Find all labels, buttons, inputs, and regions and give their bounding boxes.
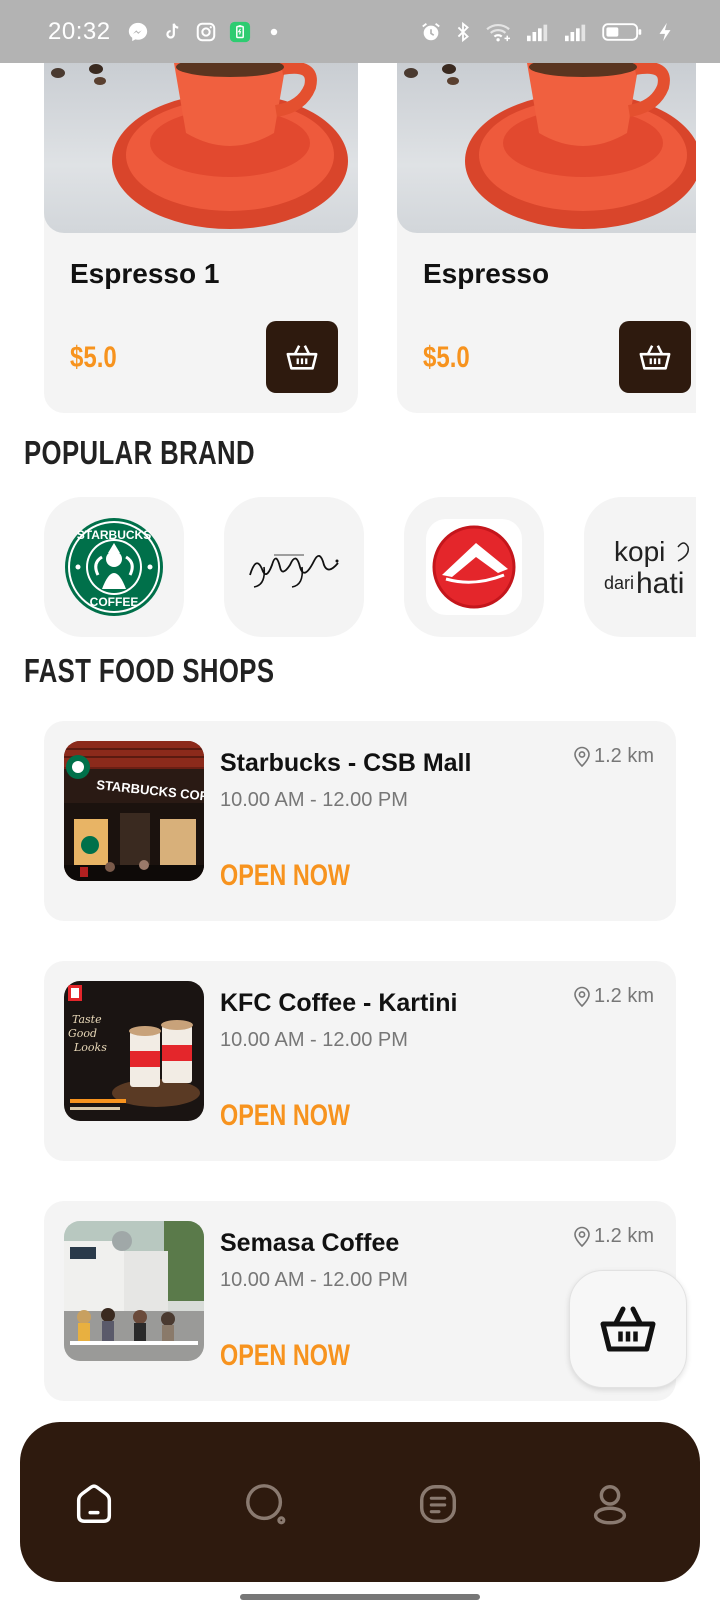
shop-status: OPEN NOW: [220, 859, 351, 892]
product-name: Espresso: [423, 258, 550, 289]
add-to-cart-button[interactable]: [619, 321, 691, 393]
location-pin-icon: [574, 1226, 590, 1247]
svg-text:Good: Good: [68, 1027, 97, 1040]
brand-card-starbucks[interactable]: STARBUCKS COFFEE: [44, 497, 184, 637]
basket-icon: [600, 1306, 656, 1352]
shop-distance: 1.2 km: [572, 985, 654, 1008]
add-to-cart-button[interactable]: [266, 321, 338, 393]
kopi-dari-hati-logo: kopi dari hati: [604, 536, 690, 600]
brand-card-pizza-hut[interactable]: [404, 497, 544, 637]
product-card[interactable]: Espresso $5.0: [397, 63, 696, 413]
shop-hours: 10.00 AM - 12.00 PM: [220, 1269, 408, 1291]
popular-brand-title: POPULAR BRAND: [24, 434, 256, 471]
svg-text:Looks: Looks: [73, 1041, 107, 1054]
shop-card[interactable]: STARBUCKS COFFEE Starbucks - CSB Mall 10…: [44, 721, 676, 921]
dot-icon: [263, 21, 285, 43]
brand-card-janji-jiwa[interactable]: [224, 497, 364, 637]
wifi-icon: [484, 21, 514, 43]
svg-text:dari: dari: [604, 573, 634, 593]
basket-icon: [639, 345, 671, 370]
battery-app-icon: [229, 21, 251, 43]
product-price: $5.0: [423, 341, 470, 374]
shop-distance: 1.2 km: [572, 745, 654, 768]
profile-icon: [593, 1485, 627, 1525]
search-icon: [246, 1484, 286, 1525]
nav-profile[interactable]: [586, 1480, 634, 1528]
product-card[interactable]: Espresso 1 $5.0: [44, 63, 358, 413]
starbucks-logo: STARBUCKS COFFEE: [65, 518, 163, 616]
instagram-icon: [195, 21, 217, 43]
bluetooth-icon: [452, 21, 474, 43]
orders-icon: [419, 1485, 457, 1523]
shop-distance-text: 1.2 km: [593, 745, 654, 767]
shop-distance-text: 1.2 km: [593, 985, 654, 1007]
shop-image: STARBUCKS COFFEE: [64, 741, 204, 881]
status-time: 20:32: [48, 17, 111, 45]
nav-orders[interactable]: [414, 1480, 462, 1528]
status-bar: 20:32: [0, 0, 720, 63]
bottom-nav: [20, 1422, 700, 1582]
location-pin-icon: [574, 746, 590, 767]
charging-icon: [654, 21, 676, 43]
signal-icon: [524, 21, 552, 43]
shop-distance-text: 1.2 km: [593, 1225, 654, 1247]
svg-text:hati: hati: [636, 567, 684, 600]
shop-hours: 10.00 AM - 12.00 PM: [220, 1029, 408, 1051]
svg-text:Taste: Taste: [72, 1013, 102, 1026]
shop-name: Semasa Coffee: [220, 1229, 400, 1257]
alarm-icon: [420, 21, 442, 43]
pizza-hut-logo: [426, 519, 522, 615]
janji-jiwa-logo: [249, 554, 339, 588]
shop-status: OPEN NOW: [220, 1099, 351, 1132]
shop-card[interactable]: Taste Good Looks KFC Coffee - Kartini 10…: [44, 961, 676, 1161]
messenger-icon: [127, 21, 149, 43]
battery-icon: [600, 21, 644, 43]
shop-hours: 10.00 AM - 12.00 PM: [220, 789, 408, 811]
brand-card-kopi-dari-hati[interactable]: kopi dari hati: [584, 497, 696, 637]
nav-home[interactable]: [70, 1480, 118, 1528]
product-name: Espresso 1: [70, 258, 220, 289]
product-price: $5.0: [70, 341, 117, 374]
svg-text:COFFEE: COFFEE: [90, 595, 139, 609]
fast-food-shops-title: FAST FOOD SHOPS: [24, 652, 275, 689]
floating-cart-button[interactable]: [569, 1270, 687, 1388]
svg-text:STARBUCKS: STARBUCKS: [77, 528, 151, 542]
location-pin-icon: [574, 986, 590, 1007]
svg-text:kopi: kopi: [614, 536, 665, 567]
product-image: [44, 63, 358, 233]
shop-distance: 1.2 km: [572, 1225, 654, 1248]
home-indicator: [240, 1594, 480, 1600]
shop-name: KFC Coffee - Kartini: [220, 989, 458, 1017]
shop-image: [64, 1221, 204, 1361]
signal-icon: [562, 21, 590, 43]
nav-search[interactable]: [242, 1480, 290, 1528]
basket-icon: [286, 345, 318, 370]
shop-image: Taste Good Looks: [64, 981, 204, 1121]
shop-status: OPEN NOW: [220, 1339, 351, 1372]
product-image: [397, 63, 696, 233]
tiktok-icon: [161, 21, 183, 43]
home-icon: [76, 1484, 112, 1523]
shop-name: Starbucks - CSB Mall: [220, 749, 472, 777]
